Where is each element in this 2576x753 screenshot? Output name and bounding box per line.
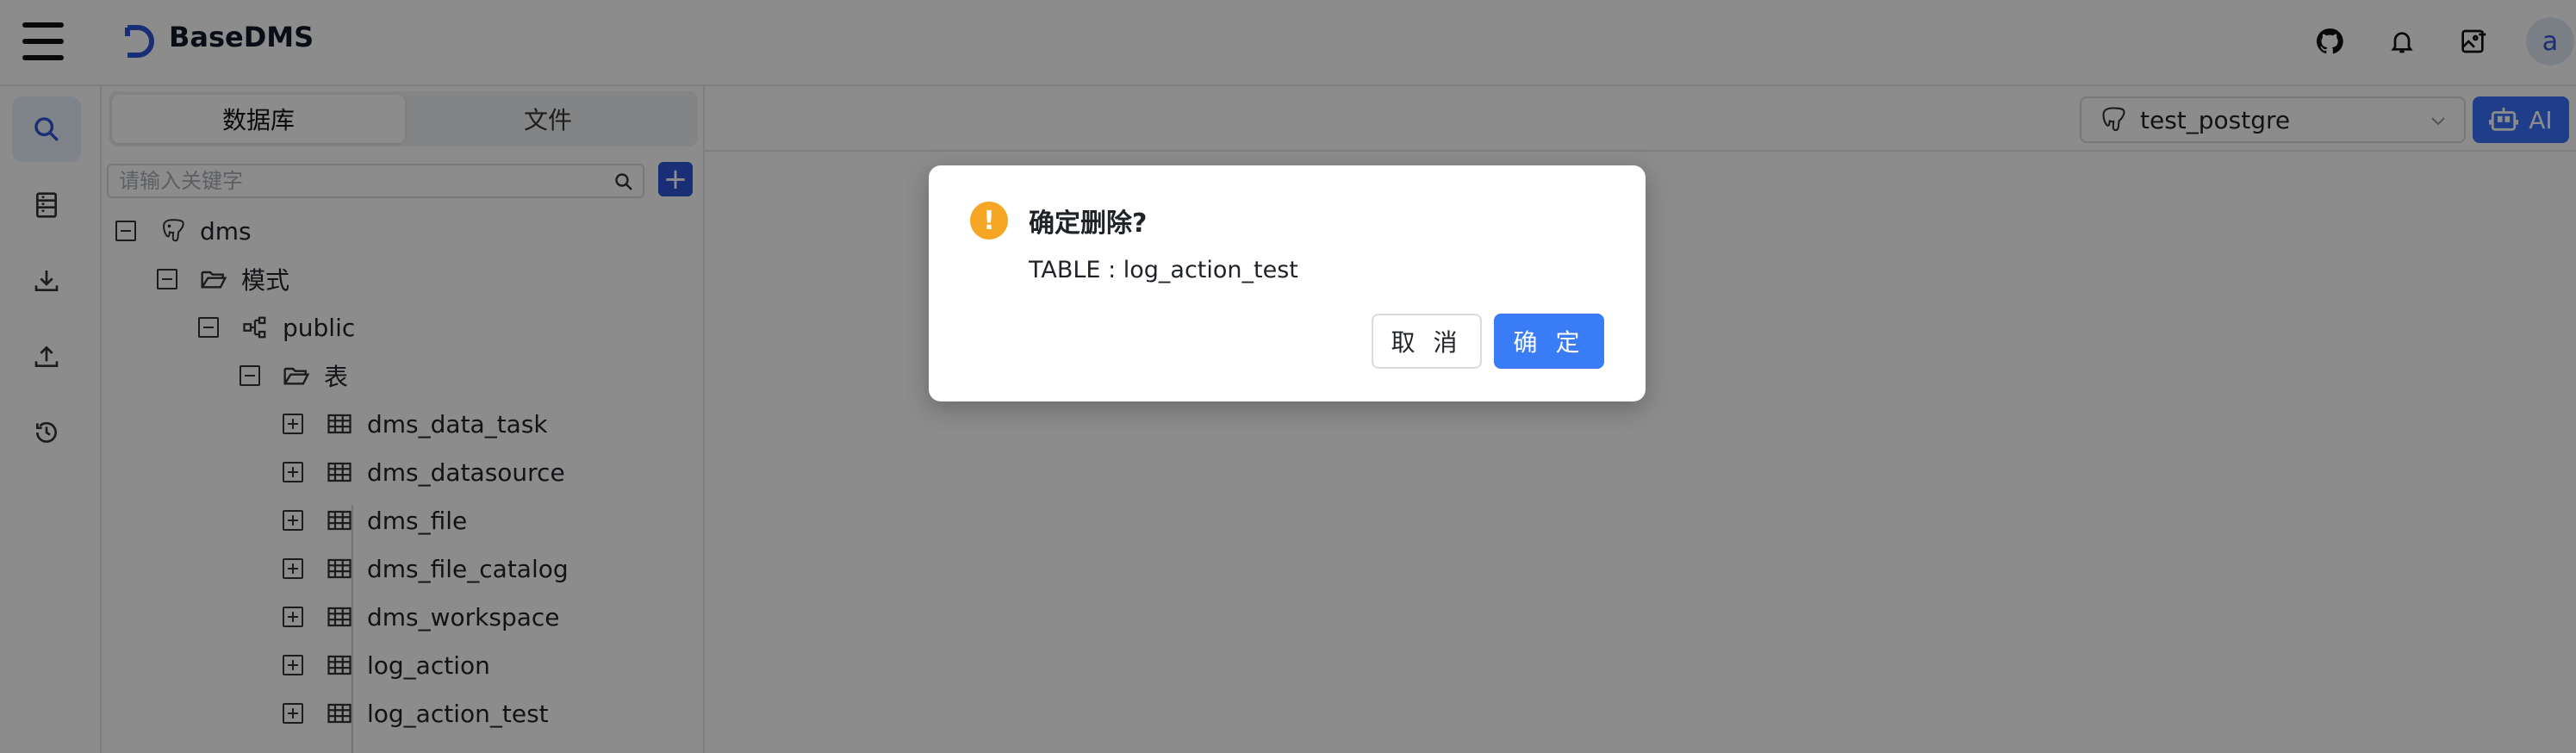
confirm-button[interactable]: 确 定 [1494,314,1604,369]
dialog-title: 确定删除? [1029,208,1148,239]
app-root: BaseDMS a 数据库 文件 请输入关键字 + dms 模式 public … [0,0,2576,753]
confirm-dialog: ! 确定删除? TABLE : log_action_test 取 消 确 定 [929,165,1646,401]
cancel-button[interactable]: 取 消 [1372,314,1482,369]
warning-icon: ! [970,202,1008,240]
dialog-content: TABLE : log_action_test [1029,257,1298,283]
